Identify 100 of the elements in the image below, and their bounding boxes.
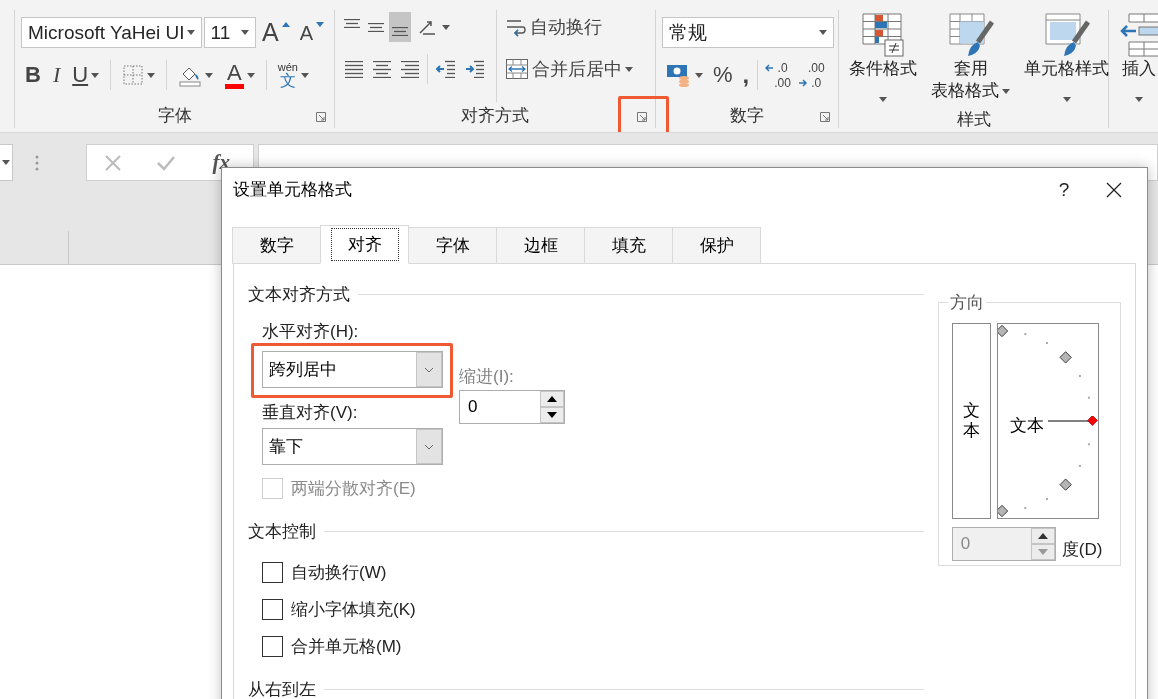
cell-brush-icon: [1043, 12, 1090, 58]
caret-icon: [246, 72, 255, 78]
caret-icon: [1135, 97, 1143, 103]
caret-icon: [205, 72, 214, 78]
tab[interactable]: 填充: [584, 227, 673, 264]
group-label: 方向: [948, 292, 985, 314]
close-icon: [1106, 181, 1122, 198]
dialog-launcher-icon[interactable]: [316, 112, 326, 122]
section-heading: 从右到左: [248, 679, 316, 699]
style-button[interactable]: 套用 表格格式: [927, 12, 1014, 109]
field-label: 垂直对齐(V):: [262, 402, 359, 424]
caret-icon: [695, 72, 703, 78]
spin-down-button[interactable]: [540, 407, 564, 423]
align-lines-icon: [373, 61, 391, 78]
caret-icon: [1062, 97, 1071, 103]
caret-icon: [879, 97, 887, 103]
shrink-font-button[interactable]: A: [295, 17, 328, 48]
tab[interactable]: 数字: [232, 227, 321, 264]
caret-icon: [91, 72, 100, 78]
caret-icon: [186, 30, 195, 35]
increase-decimal-button[interactable]: .0 .00: [762, 60, 794, 90]
down-triangle-icon: [316, 21, 324, 27]
dialog-title: 设置单元格格式: [233, 179, 353, 201]
caret-icon: [240, 30, 249, 35]
section-heading: 文本对齐方式: [248, 284, 350, 306]
caret-icon: [1002, 88, 1010, 94]
caret-icon: [2, 160, 10, 165]
help-button[interactable]: ?: [1039, 169, 1089, 210]
border-grid-icon: [122, 64, 145, 86]
checkbox[interactable]: [262, 636, 283, 657]
align-lines-icon: [401, 61, 419, 78]
wrap-text-button[interactable]: 自动换行: [505, 12, 633, 42]
dialog-launcher-icon[interactable]: [637, 112, 647, 122]
grip-icon: [35, 154, 39, 171]
orientation-pointer[interactable]: [1047, 416, 1098, 426]
insert-button[interactable]: 插入: [1115, 12, 1158, 128]
section-heading: 文本控制: [248, 521, 316, 543]
font-size-combo[interactable]: 11: [203, 17, 256, 48]
checkbox-label: 合并单元格(M): [291, 636, 402, 658]
field-label: 缩进(I):: [459, 366, 515, 388]
vertical-align-dropdown[interactable]: 靠下: [262, 428, 443, 465]
decrease-decimal-button[interactable]: .00 .0: [795, 60, 828, 90]
align-lines-icon: [345, 61, 363, 78]
dialog-launcher-icon[interactable]: [820, 112, 830, 122]
checkbox[interactable]: [262, 562, 283, 583]
indent-right-icon: [465, 60, 484, 78]
checkbox-label: 两端分散对齐(E): [291, 478, 416, 500]
style-button[interactable]: 单元格样式: [1020, 12, 1113, 109]
italic-button[interactable]: I: [48, 60, 65, 90]
down-triangle-icon: [1037, 549, 1048, 555]
vertical-text-box[interactable]: 文本: [951, 323, 991, 519]
number-format-combo[interactable]: 常规: [662, 17, 834, 48]
left-arrow-icon: [765, 63, 774, 72]
phonetic-button[interactable]: wén 文: [273, 60, 313, 90]
money-icon: [666, 63, 692, 87]
percent-button[interactable]: %: [709, 60, 737, 90]
tab[interactable]: 保护: [672, 227, 761, 264]
merge-cells-icon: [505, 58, 529, 80]
right-arrow-icon: [798, 78, 807, 87]
indent-spin-field[interactable]: 0: [459, 390, 565, 424]
up-triangle-icon: [281, 21, 290, 27]
merge-center-button[interactable]: 合并后居中: [505, 54, 633, 84]
caret-icon: [147, 72, 156, 78]
down-triangle-icon: [547, 412, 557, 418]
tab[interactable]: 对齐: [320, 225, 409, 264]
checkbox-label: 自动换行(W): [291, 562, 387, 584]
table-brush-icon: [947, 12, 994, 58]
grow-font-button[interactable]: A: [257, 17, 294, 48]
font-name-combo[interactable]: Microsoft YaHei UI: [21, 17, 202, 48]
up-triangle-icon: [547, 396, 557, 402]
horizontal-align-dropdown[interactable]: 跨列居中: [262, 351, 443, 388]
align-lines-icon: [392, 27, 408, 36]
checkbox-label: 缩小字体填充(K): [291, 599, 416, 621]
checkbox[interactable]: [262, 599, 283, 620]
align-lines-icon: [368, 23, 384, 32]
comma-style-button[interactable]: ,: [738, 60, 754, 90]
tab[interactable]: 字体: [408, 227, 497, 264]
style-button[interactable]: 条件格式: [845, 12, 921, 109]
caret-icon: [819, 30, 827, 35]
group-title: 字体: [157, 104, 192, 127]
caret-icon: [301, 72, 309, 78]
group-title: 对齐方式: [461, 104, 529, 127]
bold-button[interactable]: B: [21, 60, 45, 90]
bottom-align-button[interactable]: [389, 12, 411, 42]
name-box[interactable]: [0, 144, 13, 181]
underline-button[interactable]: U: [68, 60, 104, 90]
field-label: 水平对齐(H):: [262, 321, 360, 343]
degrees-spin-field: 0: [951, 527, 1056, 561]
indent-left-icon: [436, 60, 455, 78]
caret-icon: [625, 66, 633, 72]
caret-icon: [442, 24, 450, 30]
align-lines-icon: [344, 19, 360, 28]
group-title: 样式: [956, 109, 991, 132]
font-color-button[interactable]: A: [221, 60, 259, 90]
tab[interactable]: 边框: [496, 227, 585, 264]
orientation-dial[interactable]: 文本: [996, 323, 1099, 519]
conditional-format-icon: [861, 12, 905, 58]
up-triangle-icon: [1037, 533, 1048, 539]
group-title: 数字: [730, 104, 764, 127]
spin-up-button[interactable]: [540, 391, 564, 407]
